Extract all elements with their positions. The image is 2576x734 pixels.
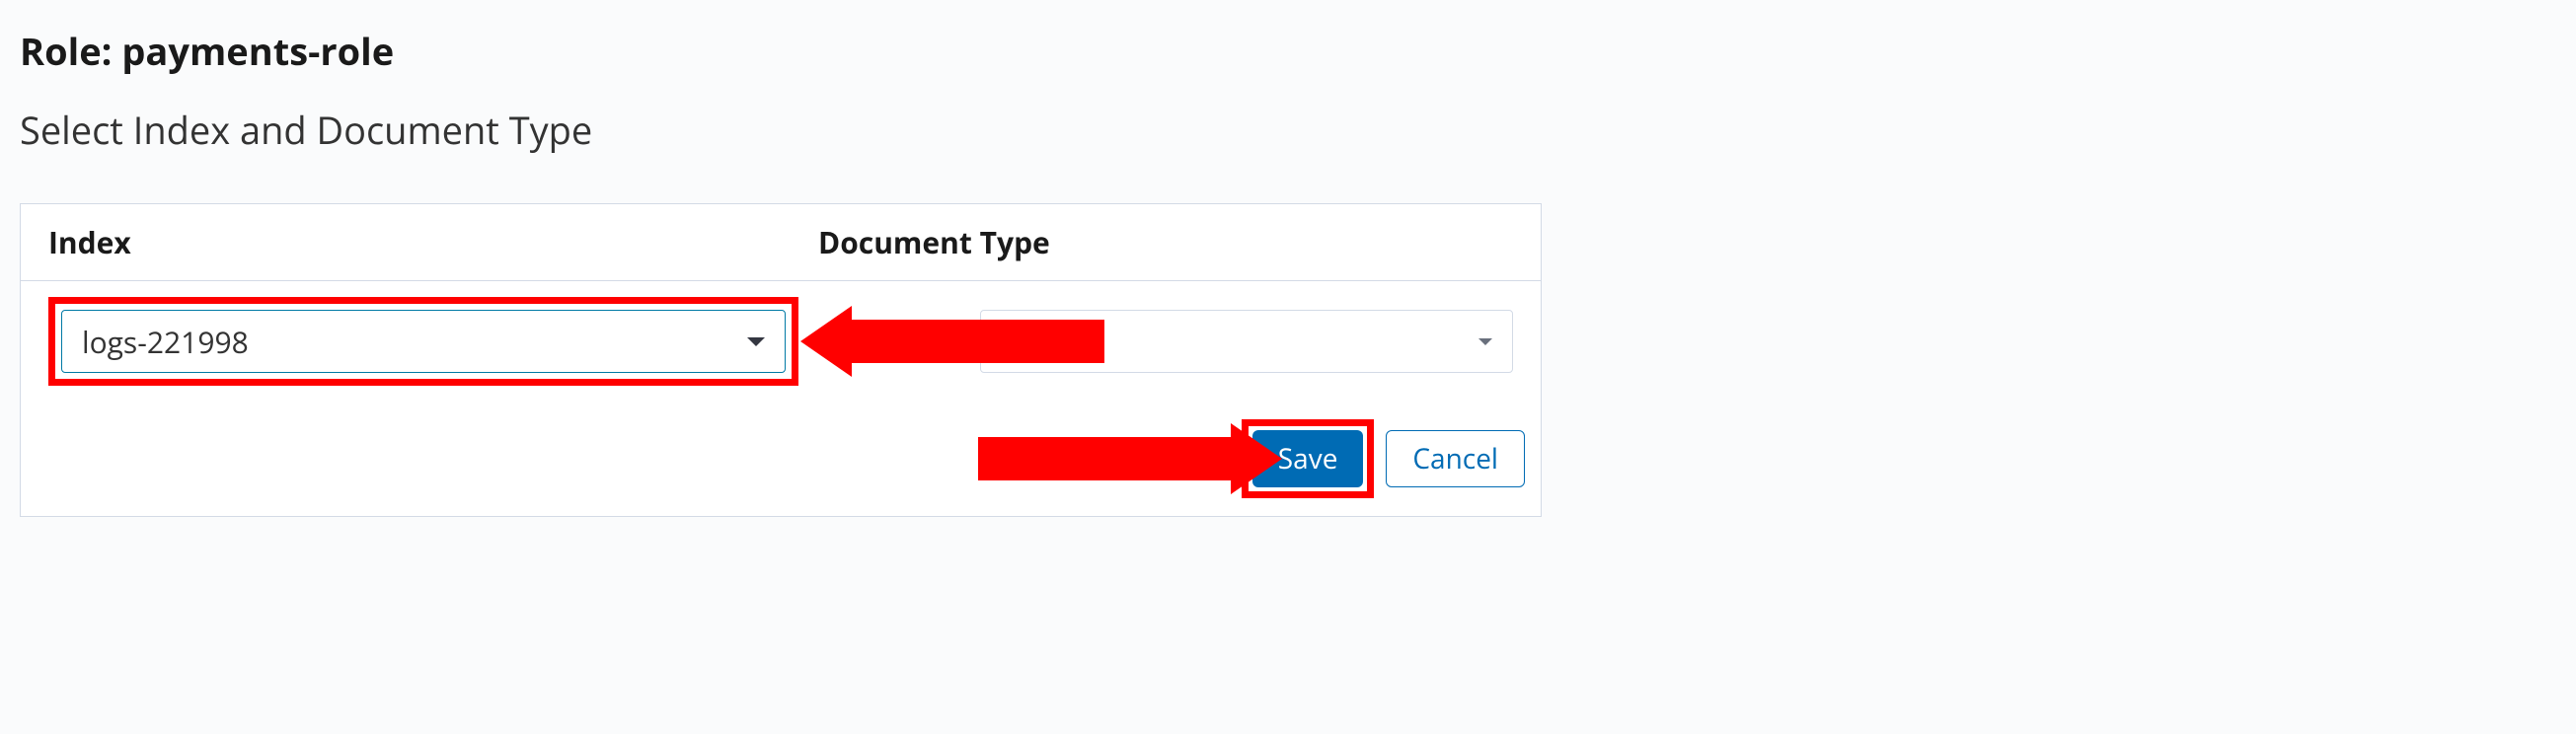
- index-select-value: logs-221998: [82, 322, 249, 362]
- annotation-highlight-index: logs-221998: [48, 297, 798, 386]
- arrow-shaft: [852, 320, 1104, 363]
- role-heading: Role: payments-role: [20, 26, 2556, 77]
- role-label: Role:: [20, 26, 121, 77]
- cancel-button[interactable]: Cancel: [1386, 430, 1525, 487]
- index-select[interactable]: logs-221998: [61, 310, 786, 373]
- panel-footer: Save Cancel: [21, 402, 1541, 516]
- chevron-down-icon: [1478, 338, 1492, 345]
- column-header-index: Index: [48, 222, 818, 262]
- arrow-left-icon: [800, 306, 852, 377]
- column-header-doctype: Document Type: [818, 222, 1513, 262]
- annotation-arrow-save: [978, 423, 1282, 494]
- section-subheading: Select Index and Document Type: [20, 105, 2556, 156]
- chevron-down-icon: [747, 337, 765, 346]
- table-body-row: logs-221998: [21, 281, 1541, 402]
- arrow-shaft: [978, 437, 1231, 480]
- index-doctype-panel: Index Document Type logs-221998 Save: [20, 203, 1542, 517]
- table-header-row: Index Document Type: [21, 204, 1541, 281]
- role-name: payments-role: [121, 26, 394, 77]
- annotation-arrow-index: [800, 306, 1104, 377]
- arrow-right-icon: [1231, 423, 1282, 494]
